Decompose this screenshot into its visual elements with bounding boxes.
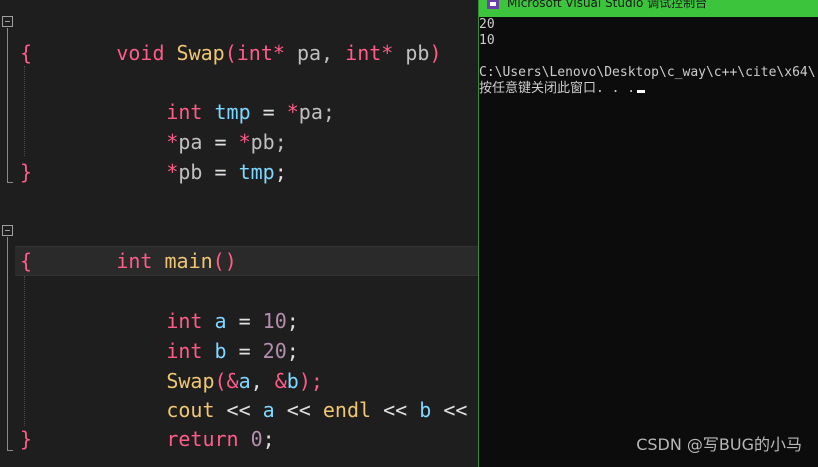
code-editor[interactable]: void Swap(int* pa, int* pb) { int tmp = … <box>0 0 478 467</box>
brace-close: } <box>20 160 33 184</box>
console-cursor <box>637 90 646 93</box>
function-name-swap: Swap <box>176 41 225 65</box>
var-b: b <box>419 398 432 422</box>
console-output-line: 10 <box>479 33 495 48</box>
code-line-brace-open: { <box>0 246 72 276</box>
deref-star: * <box>286 100 299 124</box>
semicolon: ; <box>262 427 275 451</box>
code-line-return: return 0; <box>0 394 274 451</box>
param-pa: pa; <box>298 100 335 124</box>
keyword-int: int <box>236 41 273 65</box>
console-prompt-line: 按任意键关闭此窗口. . . <box>479 81 646 97</box>
code-line-int-a: int a = 10; <box>0 276 298 333</box>
code-line-cout: cout << a << endl << b << endl; <box>0 365 467 422</box>
code-line-brace-open: { <box>0 38 72 68</box>
assign-op: = <box>202 160 239 184</box>
number-literal: 0 <box>250 427 263 451</box>
keyword-void: void <box>116 41 165 65</box>
console-title-bar[interactable]: Microsoft Visual Studio 调试控制台 <box>479 0 818 17</box>
var-tmp: tmp <box>238 160 275 184</box>
semicolon: ; <box>274 160 287 184</box>
paren: ( <box>224 41 237 65</box>
keyword-int: int <box>345 41 382 65</box>
pointer-star: * <box>272 41 285 65</box>
code-line-main-signature: int main() <box>0 216 236 273</box>
screenshot-root: void Swap(int* pa, int* pb) { int tmp = … <box>0 0 818 467</box>
debug-console-window[interactable]: Microsoft Visual Studio 调试控制台 20 10 C:\U… <box>478 0 818 467</box>
function-name-main: main <box>164 249 213 273</box>
deref-star: * <box>166 160 179 184</box>
console-output-path: C:\Users\Lenovo\Desktop\c_way\c++\cite\x… <box>479 65 816 80</box>
param-pb: pb <box>178 160 203 184</box>
brace-open: { <box>20 41 33 65</box>
code-line-brace-close: } <box>0 157 72 187</box>
console-output-line: 20 <box>479 17 495 32</box>
param-pa: pa, <box>284 41 346 65</box>
shift-op: << <box>371 398 420 422</box>
code-line-pa-assign: *pa = *pb; <box>0 97 286 154</box>
brace-open: { <box>20 249 33 273</box>
brace-close: } <box>20 427 33 451</box>
console-title: Microsoft Visual Studio 调试控制台 <box>507 0 708 10</box>
console-prompt-text: 按任意键关闭此窗口. . . <box>479 81 636 96</box>
keyword-return: return <box>166 427 239 451</box>
shift-op: << <box>274 398 323 422</box>
code-line-swap-signature: void Swap(int* pa, int* pb) <box>0 8 441 65</box>
code-line-pb-assign: *pb = tmp; <box>0 127 286 184</box>
vs-logo-icon <box>487 0 499 9</box>
code-line-brace-close: } <box>0 424 72 454</box>
shift-op: << <box>431 398 478 422</box>
code-line-tmp: int tmp = *pa; <box>0 67 335 124</box>
keyword-int: int <box>116 249 153 273</box>
param-pb: pb <box>393 41 430 65</box>
watermark: CSDN @写BUG的小马 <box>636 435 802 454</box>
code-line-swap-call: Swap(&a, &b); <box>0 336 323 393</box>
identifier-endl: endl <box>322 398 372 422</box>
code-line-int-b: int b = 20; <box>0 306 298 363</box>
pointer-star: * <box>381 41 394 65</box>
parens: () <box>212 249 237 273</box>
paren: ) <box>429 41 442 65</box>
